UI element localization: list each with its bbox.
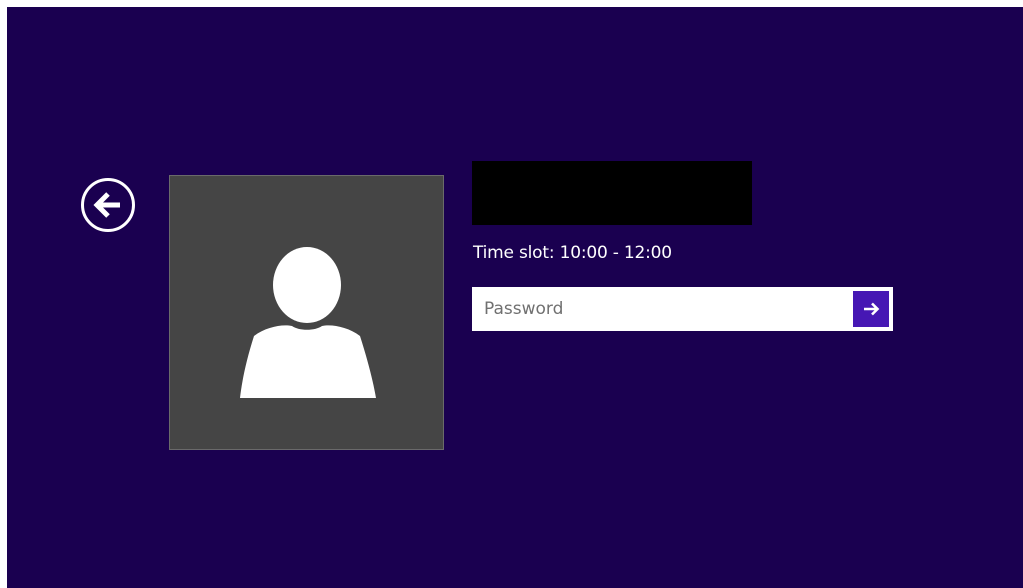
password-input[interactable]: [474, 289, 851, 329]
user-silhouette-icon: [240, 247, 376, 398]
lock-screen: Time slot: 10:00 - 12:00: [7, 7, 1023, 588]
user-avatar: [169, 175, 444, 450]
back-button[interactable]: [81, 178, 135, 232]
password-field-container: [472, 287, 893, 331]
back-arrow-icon: [93, 192, 120, 218]
time-slot-label: Time slot: 10:00 - 12:00: [473, 243, 672, 263]
right-arrow-icon: [864, 302, 880, 316]
username-label: [472, 161, 752, 225]
submit-button[interactable]: [853, 291, 889, 327]
